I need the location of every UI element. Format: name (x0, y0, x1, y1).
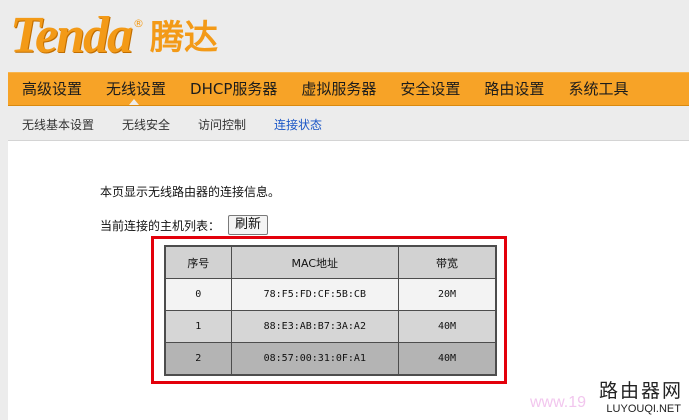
host-list-label: 当前连接的主机列表： (100, 218, 221, 233)
watermark-en: LUYOUQI.NET (598, 403, 683, 415)
nav-wireless[interactable]: 无线设置 (92, 73, 176, 105)
table-row: 0 78:F5:FD:CF:5B:CB 20M (164, 278, 497, 311)
nav-dhcp[interactable]: DHCP服务器 (176, 73, 287, 105)
nav-security[interactable]: 安全设置 (386, 73, 470, 105)
logo-chinese: 腾达 (150, 18, 218, 58)
header-mac: MAC地址 (230, 245, 399, 279)
cell-bandwidth: 20M (397, 278, 497, 311)
refresh-button[interactable]: 刷新 (228, 215, 269, 235)
watermark-cn: 路由器网 (598, 380, 683, 402)
header-bandwidth: 带宽 (397, 245, 497, 279)
cell-mac: 08:57:00:31:0F:A1 (230, 342, 399, 376)
subnav-wireless-security[interactable]: 无线安全 (108, 116, 184, 133)
header: Tenda ® 腾达 (0, 0, 689, 70)
nav-routing[interactable]: 路由设置 (470, 73, 554, 105)
header-index: 序号 (164, 245, 232, 279)
logo-registered-mark: ® (133, 17, 144, 30)
nav-virtual-server[interactable]: 虚拟服务器 (287, 73, 386, 105)
table-row: 2 08:57:00:31:0F:A1 40M (164, 342, 497, 376)
cell-bandwidth: 40M (397, 342, 497, 376)
highlight-box: 序号 MAC地址 带宽 0 78:F5:FD:CF:5B:CB 20M 1 88… (151, 236, 507, 384)
cell-index: 1 (164, 310, 232, 343)
nav-advanced[interactable]: 高级设置 (8, 73, 92, 105)
watermark-faint-url: www.19 (530, 394, 587, 411)
cell-bandwidth: 40M (397, 310, 497, 343)
table-header-row: 序号 MAC地址 带宽 (164, 245, 497, 279)
tenda-logo: Tenda ® 腾达 (10, 2, 218, 62)
subnav-access-control[interactable]: 访问控制 (184, 116, 260, 133)
cell-index: 0 (164, 278, 232, 311)
table-row: 1 88:E3:AB:B7:3A:A2 40M (164, 310, 497, 343)
watermark: 路由器网 LUYOUQI.NET (598, 376, 683, 415)
page-description: 本页显示无线路由器的连接信息。 (100, 185, 281, 199)
content-panel: 本页显示无线路由器的连接信息。 当前连接的主机列表： 刷新 序号 MAC地址 带… (8, 140, 689, 420)
cell-mac: 88:E3:AB:B7:3A:A2 (230, 310, 399, 343)
client-table: 序号 MAC地址 带宽 0 78:F5:FD:CF:5B:CB 20M 1 88… (164, 245, 497, 376)
logo-brand: Tenda (10, 7, 133, 64)
cell-index: 2 (164, 342, 232, 376)
sub-nav: 无线基本设置 无线安全 访问控制 连接状态 (8, 110, 689, 138)
host-list-row: 当前连接的主机列表： 刷新 (100, 215, 269, 235)
subnav-wireless-basic[interactable]: 无线基本设置 (8, 116, 108, 133)
main-nav: 高级设置 无线设置 DHCP服务器 虚拟服务器 安全设置 路由设置 系统工具 (8, 72, 689, 106)
nav-system-tools[interactable]: 系统工具 (554, 73, 638, 105)
cell-mac: 78:F5:FD:CF:5B:CB (230, 278, 399, 311)
subnav-connection-status[interactable]: 连接状态 (260, 116, 336, 133)
